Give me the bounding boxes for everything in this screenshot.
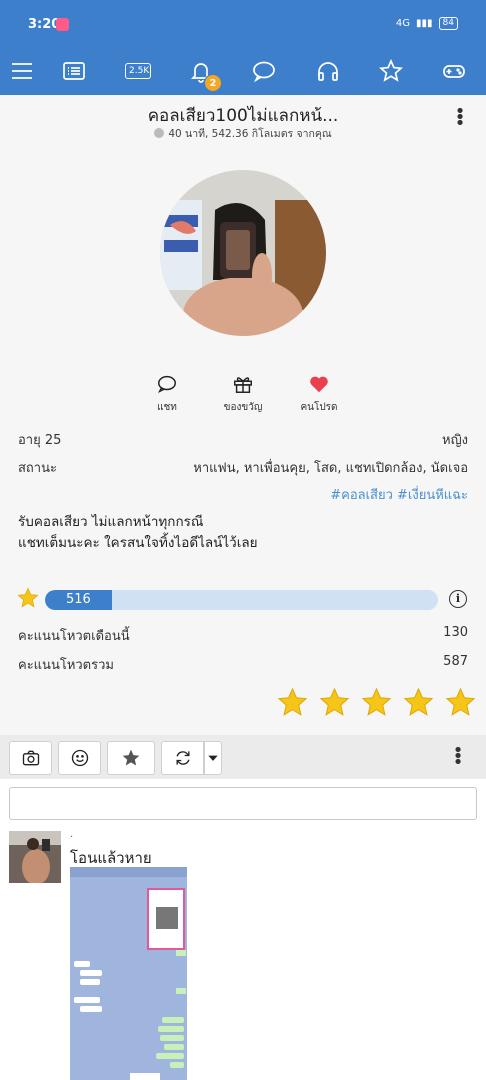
rating-star-icon[interactable]: [403, 687, 434, 718]
signal-icon: ▮▮▮: [416, 18, 433, 29]
vote-progress-bar: 516: [45, 590, 438, 610]
emoji-button[interactable]: [58, 741, 101, 775]
status-value: หาแฟน, หาเพื่อนคุย, โสด, แชทเปิดกล้อง, น…: [193, 461, 468, 476]
profile-subtitle: 40 นาที, 542.36 กิโลเมตร จากคุณ: [0, 125, 486, 142]
profile-avatar[interactable]: [160, 170, 326, 336]
camera-icon: [22, 750, 39, 766]
dropdown-button[interactable]: [204, 741, 222, 775]
top-nav-bar: 2.5K: [0, 46, 486, 95]
network-label: 4G: [395, 18, 411, 29]
status-row: สถานะ หาแฟน, หาเพื่อนคุย, โสด, แชทเปิดกล…: [18, 457, 468, 478]
post-author-avatar[interactable]: [9, 831, 61, 883]
more-options-icon[interactable]: • • •: [454, 103, 466, 133]
gift-action-button[interactable]: ของขวัญ: [203, 373, 283, 415]
monthly-votes-value: 130: [443, 625, 468, 640]
favorite-action-button[interactable]: คนโปรด: [279, 373, 359, 415]
star-outline-icon[interactable]: [378, 58, 404, 84]
notification-count-badge: 2: [204, 74, 222, 92]
count-icon[interactable]: 2.5K: [124, 58, 152, 84]
gift-action-label: ของขวัญ: [223, 402, 263, 413]
rating-star-icon[interactable]: [445, 687, 476, 718]
bio-text: รับคอลเสียว ไม่แลกหน้าทุกกรณี แชทเต็มนะค…: [18, 512, 258, 554]
refresh-icon: [176, 751, 189, 765]
heart-icon: [310, 376, 328, 393]
chat-action-label: แชท: [157, 402, 177, 413]
hamburger-icon[interactable]: [9, 58, 35, 84]
monthly-votes-row: คะแนนโหวตเดือนนี้ 130: [18, 625, 468, 646]
smiley-icon: [71, 749, 88, 767]
refresh-button[interactable]: [161, 741, 204, 775]
total-votes-label: คะแนนโหวตรวม: [18, 658, 114, 673]
bio-line: รับคอลเสียว ไม่แลกหน้าทุกกรณี: [18, 514, 204, 530]
post-image[interactable]: [70, 867, 187, 1080]
rating-star-icon[interactable]: [277, 687, 308, 718]
gamepad-icon[interactable]: [441, 58, 467, 84]
list-icon[interactable]: [61, 58, 87, 84]
star-filled-icon: [122, 749, 140, 766]
chat-icon: [158, 375, 176, 393]
monthly-votes-label: คะแนนโหวตเดือนนี้: [18, 629, 130, 644]
bio-line: แชทเต็มนะคะ ใครสนใจทิ้งไอดีไลน์ไว้เลย: [18, 535, 258, 551]
age-label: อายุ 25: [18, 433, 62, 448]
vote-score: 516: [45, 590, 112, 610]
online-status-icon: [154, 128, 165, 138]
camera-button[interactable]: [9, 741, 52, 775]
notification-app-icon: [56, 18, 69, 31]
info-icon[interactable]: i: [449, 590, 467, 608]
star-button[interactable]: [107, 741, 155, 775]
status-icons: 4G ▮▮▮ 84: [396, 17, 458, 30]
post-meta: .: [70, 829, 74, 840]
posts-area: . โอนแล้วหาย: [0, 779, 486, 1080]
post-toolbar: • • •: [0, 735, 486, 779]
gender-value: หญิง: [442, 433, 468, 448]
profile-section: คอลเสียว100ไม่แลกหน้... 40 นาที, 542.36 …: [0, 95, 486, 735]
count-label: 2.5K: [125, 63, 151, 79]
rating-stars[interactable]: [277, 687, 476, 718]
caret-down-icon: [208, 755, 218, 761]
headphones-icon[interactable]: [315, 58, 341, 84]
hashtags[interactable]: #คอลเสียว #เงี่ยนหีแฉะ: [330, 484, 468, 505]
total-votes-row: คะแนนโหวตรวม 587: [18, 654, 468, 675]
chat-bubble-icon[interactable]: [251, 58, 277, 84]
status-bar: 3:20 4G ▮▮▮ 84: [0, 0, 486, 46]
comment-input[interactable]: [9, 787, 477, 820]
rating-star-icon[interactable]: [319, 687, 350, 718]
chat-action-button[interactable]: แชท: [127, 373, 207, 415]
vote-star-icon: [17, 587, 39, 613]
last-seen-distance: 40 นาที, 542.36 กิโลเมตร จากคุณ: [168, 128, 332, 140]
rating-star-icon[interactable]: [361, 687, 392, 718]
status-label: สถานะ: [18, 461, 57, 476]
age-gender-row: อายุ 25 หญิง: [18, 429, 468, 450]
toolbar-more-icon[interactable]: • • •: [452, 742, 464, 772]
battery-icon: 84: [438, 17, 458, 30]
favorite-action-label: คนโปรด: [300, 402, 338, 413]
gift-icon: [234, 377, 252, 393]
total-votes-value: 587: [443, 654, 468, 669]
